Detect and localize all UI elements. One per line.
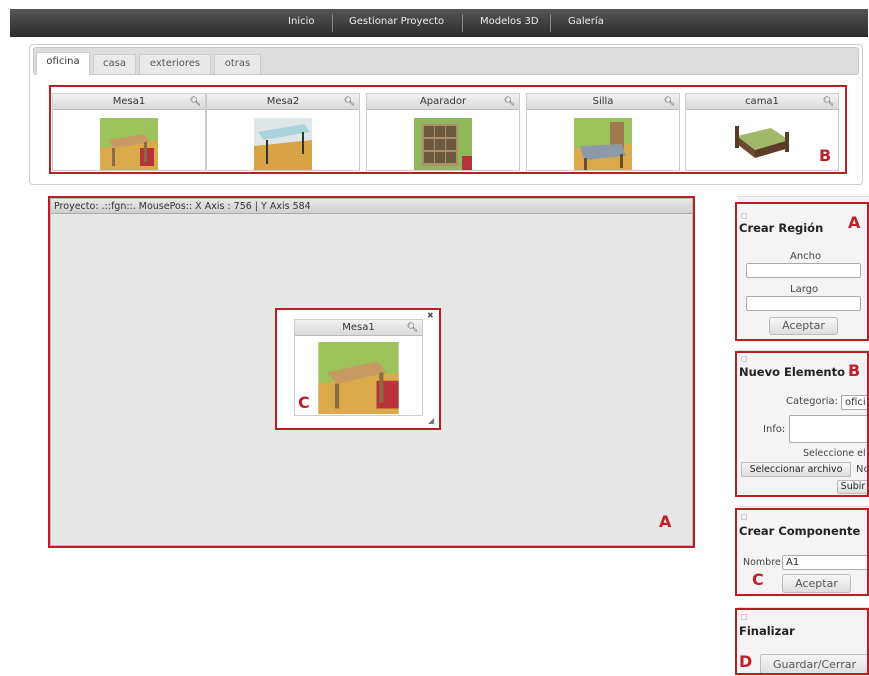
annotation-label-a: A bbox=[659, 512, 672, 531]
annotation-label-b: B bbox=[848, 361, 861, 380]
annotation-box-finish bbox=[735, 608, 869, 675]
annotation-label-b: B bbox=[819, 146, 832, 165]
annotation-label-a: A bbox=[848, 213, 861, 232]
nav-inicio[interactable]: Inicio bbox=[288, 16, 314, 27]
nav-galeria[interactable]: Galería bbox=[568, 16, 604, 27]
nav-modelos-3d[interactable]: Modelos 3D bbox=[480, 16, 539, 27]
annotation-label-c: C bbox=[752, 570, 764, 589]
annotation-label-d: D bbox=[739, 652, 753, 671]
top-navbar: Inicio Gestionar Proyecto Modelos 3D Gal… bbox=[10, 9, 868, 37]
nav-separator bbox=[462, 14, 463, 32]
tab-casa[interactable]: casa bbox=[93, 54, 136, 74]
tab-exteriores[interactable]: exteriores bbox=[139, 54, 211, 74]
nav-separator bbox=[332, 14, 333, 32]
nav-gestionar-proyecto[interactable]: Gestionar Proyecto bbox=[349, 16, 444, 27]
annotation-box-models bbox=[49, 85, 847, 174]
tab-otras[interactable]: otras bbox=[214, 54, 261, 74]
tab-oficina[interactable]: oficina bbox=[36, 52, 90, 75]
nav-separator bbox=[550, 14, 551, 32]
category-tabs: oficina casa exteriores otras bbox=[33, 47, 859, 75]
annotation-label-c: C bbox=[298, 393, 310, 412]
